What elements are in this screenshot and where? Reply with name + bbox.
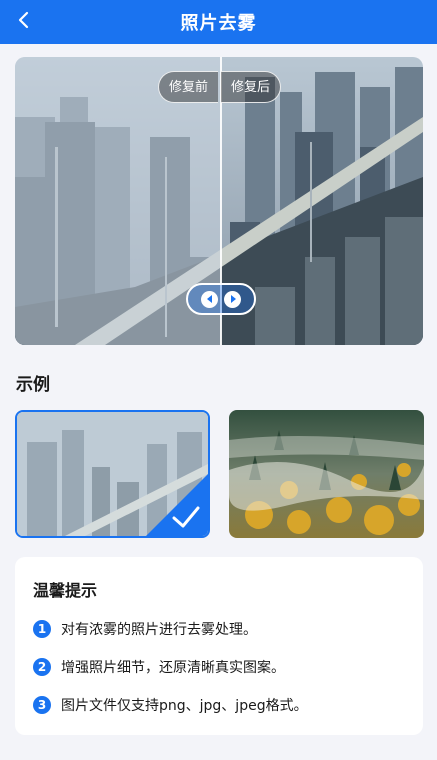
tips-card: 温馨提示 1 对有浓雾的照片进行去雾处理。 2 增强照片细节，还原清晰真实图案。… [15,557,423,735]
foggy-forest-image [229,410,424,538]
tip-text: 图片文件仅支持png、jpg、jpeg格式。 [61,698,308,714]
compare-slider-handle[interactable] [186,283,256,315]
tips-title: 温馨提示 [33,581,98,600]
chevron-left-icon [18,11,29,29]
example-thumb-hazy-city[interactable] [15,410,210,538]
tip-text: 对有浓雾的照片进行去雾处理。 [61,622,257,638]
before-after-preview[interactable]: 修复前 修复后 [15,57,423,345]
tip-item: 1 对有浓雾的照片进行去雾处理。 [33,619,257,639]
top-bar: 照片去雾 [0,0,437,44]
examples-title: 示例 [16,375,50,395]
page-title: 照片去雾 [180,13,257,34]
back-button[interactable] [10,6,38,34]
selected-check-icon [146,474,208,536]
tip-number-badge: 1 [33,620,51,638]
after-label: 修复后 [221,71,282,103]
tip-item: 3 图片文件仅支持png、jpg、jpeg格式。 [33,695,308,715]
tip-text: 增强照片细节，还原清晰真实图案。 [61,660,285,676]
tip-number-badge: 2 [33,658,51,676]
example-thumb-foggy-forest[interactable] [229,410,424,538]
tip-number-badge: 3 [33,696,51,714]
arrow-right-icon [224,290,241,308]
arrow-left-icon [201,290,218,308]
tip-item: 2 增强照片细节，还原清晰真实图案。 [33,657,285,677]
before-label: 修复前 [158,71,219,103]
